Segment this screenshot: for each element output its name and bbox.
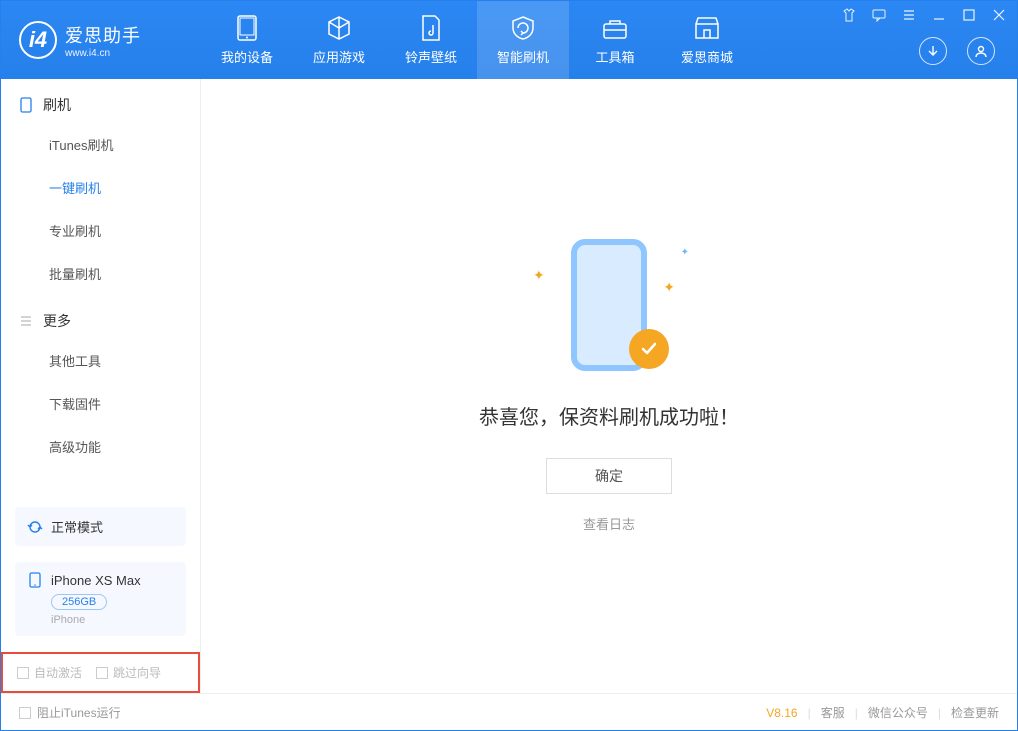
footer-block-label: 阻止iTunes运行 (37, 704, 121, 721)
footer-right: V8.16 | 客服 | 微信公众号 | 检查更新 (766, 704, 999, 721)
phone-small-icon (19, 98, 33, 112)
feedback-icon[interactable] (871, 7, 887, 23)
tab-smart-flash[interactable]: 智能刷机 (477, 1, 569, 79)
logo-area: i4 爱思助手 www.i4.cn (1, 21, 201, 59)
capacity-badge: 256GB (51, 594, 107, 610)
tab-label: 应用游戏 (313, 47, 365, 66)
device-icon (234, 15, 260, 41)
store-icon (694, 15, 720, 41)
sidebar-item-download-firmware[interactable]: 下载固件 (1, 382, 200, 425)
checkbox-row-highlighted: 自动激活 跳过向导 (1, 652, 200, 693)
checkbox-label: 自动激活 (34, 664, 82, 681)
checkbox-label: 跳过向导 (113, 664, 161, 681)
sparkle-icon: ✦ (663, 279, 675, 296)
body-area: 刷机 iTunes刷机 一键刷机 专业刷机 批量刷机 更多 其他工具 下载固件 … (1, 79, 1017, 693)
device-name: iPhone XS Max (51, 573, 141, 588)
check-badge-icon (629, 329, 669, 369)
checkbox-skip-guide[interactable]: 跳过向导 (96, 664, 161, 681)
app-title: 爱思助手 (65, 22, 141, 48)
cube-icon (326, 15, 352, 41)
window-controls (841, 7, 1007, 23)
shirt-icon[interactable] (841, 7, 857, 23)
sidebar-section-flash: 刷机 (1, 79, 200, 123)
logo-text: 爱思助手 www.i4.cn (65, 22, 141, 59)
tab-label: 铃声壁纸 (405, 47, 457, 66)
close-icon[interactable] (991, 7, 1007, 23)
refresh-shield-icon (510, 15, 536, 41)
checkbox-box (19, 707, 31, 719)
main-tabs: 我的设备 应用游戏 铃声壁纸 智能刷机 工具箱 爱思商城 (201, 1, 753, 79)
app-url: www.i4.cn (65, 48, 141, 59)
footer-link-wechat[interactable]: 微信公众号 (868, 704, 928, 721)
device-box[interactable]: iPhone XS Max 256GB iPhone (15, 562, 186, 636)
toolbox-icon (602, 15, 628, 41)
sidebar-item-pro-flash[interactable]: 专业刷机 (1, 209, 200, 252)
checkbox-box (17, 667, 29, 679)
main-content: ✦ ✦ ✦ 恭喜您，保资料刷机成功啦！ 确定 查看日志 (201, 79, 1017, 693)
section-title-label: 刷机 (43, 95, 71, 115)
tab-toolbox[interactable]: 工具箱 (569, 1, 661, 79)
mode-box[interactable]: 正常模式 (15, 507, 186, 546)
header-right-icons (919, 37, 995, 65)
footer: 阻止iTunes运行 V8.16 | 客服 | 微信公众号 | 检查更新 (1, 693, 1017, 731)
sync-icon (27, 519, 43, 535)
tab-ringtone-wallpaper[interactable]: 铃声壁纸 (385, 1, 477, 79)
sidebar-section-more: 更多 (1, 295, 200, 339)
list-icon (19, 314, 33, 328)
footer-block-itunes[interactable]: 阻止iTunes运行 (19, 704, 121, 721)
tab-label: 爱思商城 (681, 47, 733, 66)
user-icon[interactable] (967, 37, 995, 65)
success-title: 恭喜您，保资料刷机成功啦！ (479, 401, 739, 430)
footer-link-support[interactable]: 客服 (821, 704, 845, 721)
tab-my-device[interactable]: 我的设备 (201, 1, 293, 79)
minimize-icon[interactable] (931, 7, 947, 23)
phone-icon (27, 572, 43, 588)
section-title-label: 更多 (43, 311, 71, 331)
tab-label: 我的设备 (221, 47, 273, 66)
checkbox-auto-activate[interactable]: 自动激活 (17, 664, 82, 681)
logo-icon: i4 (19, 21, 57, 59)
sidebar-item-advanced[interactable]: 高级功能 (1, 425, 200, 468)
footer-link-update[interactable]: 检查更新 (951, 704, 999, 721)
view-log-link[interactable]: 查看日志 (583, 514, 635, 533)
music-file-icon (418, 15, 444, 41)
sparkle-icon: ✦ (681, 247, 689, 258)
sparkle-icon: ✦ (533, 267, 545, 284)
mode-label: 正常模式 (51, 517, 103, 536)
menu-icon[interactable] (901, 7, 917, 23)
sidebar-item-batch-flash[interactable]: 批量刷机 (1, 252, 200, 295)
tab-apps-games[interactable]: 应用游戏 (293, 1, 385, 79)
version-label: V8.16 (766, 706, 797, 720)
checkbox-box (96, 667, 108, 679)
confirm-button[interactable]: 确定 (546, 458, 672, 494)
tab-label: 智能刷机 (497, 47, 549, 66)
download-icon[interactable] (919, 37, 947, 65)
sidebar-item-oneclick-flash[interactable]: 一键刷机 (1, 166, 200, 209)
tab-store[interactable]: 爱思商城 (661, 1, 753, 79)
maximize-icon[interactable] (961, 7, 977, 23)
tab-label: 工具箱 (595, 47, 634, 66)
device-type: iPhone (51, 614, 174, 626)
success-illustration: ✦ ✦ ✦ (539, 239, 679, 379)
app-header: i4 爱思助手 www.i4.cn 我的设备 应用游戏 铃声壁纸 智能刷机 工具… (1, 1, 1017, 79)
sidebar: 刷机 iTunes刷机 一键刷机 专业刷机 批量刷机 更多 其他工具 下载固件 … (1, 79, 201, 693)
sidebar-item-other-tools[interactable]: 其他工具 (1, 339, 200, 382)
sidebar-item-itunes-flash[interactable]: iTunes刷机 (1, 123, 200, 166)
